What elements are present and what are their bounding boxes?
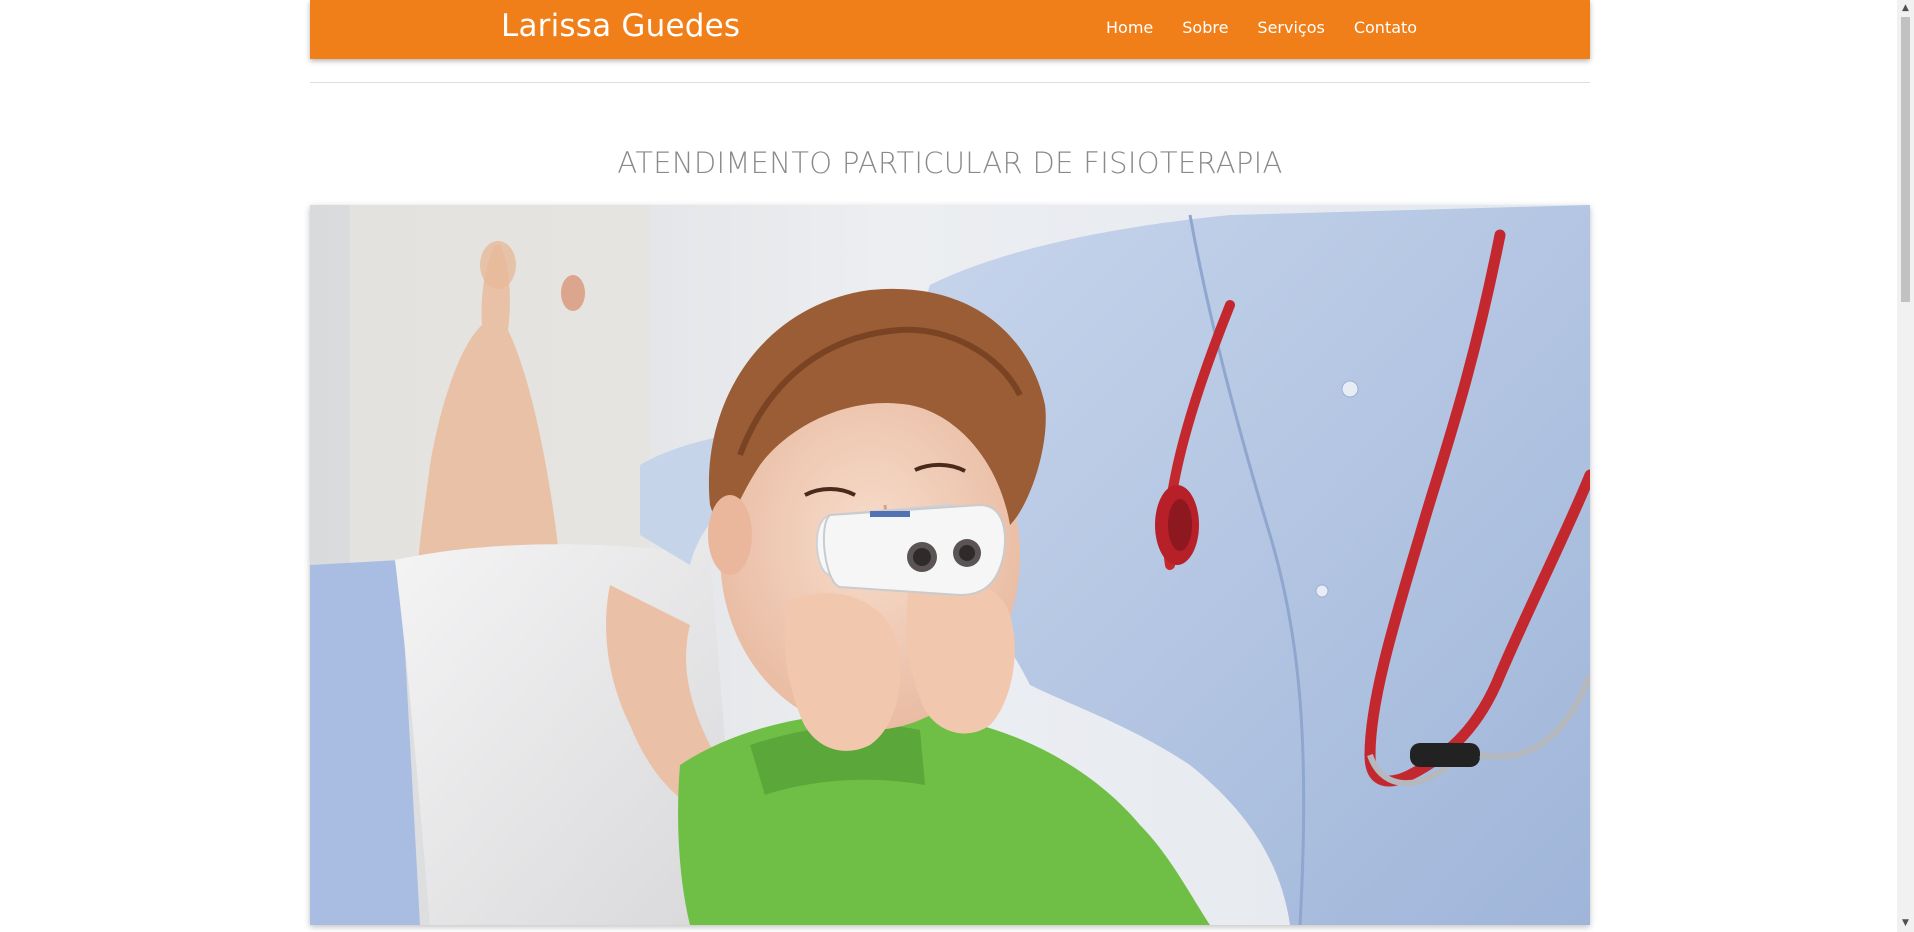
nav-link-servicos[interactable]: Serviços [1257,18,1324,37]
hero-illustration [310,205,1590,925]
header-divider [310,82,1590,83]
nav-link-sobre[interactable]: Sobre [1182,18,1228,37]
nav-link-home[interactable]: Home [1106,18,1153,37]
nav-menu: Home Sobre Serviços Contato [1106,18,1417,37]
section-title: ATENDIMENTO PARTICULAR DE FISIOTERAPIA [617,146,1283,180]
nav-link-contato[interactable]: Contato [1354,18,1417,37]
scroll-thumb[interactable] [1901,17,1910,302]
top-navbar: Larissa Guedes Home Sobre Serviços Conta… [310,0,1590,59]
scroll-up-icon[interactable]: ▲ [1897,0,1914,17]
site-brand[interactable]: Larissa Guedes [501,8,740,44]
vertical-scrollbar[interactable]: ▲ ▼ [1897,0,1914,932]
scroll-down-icon[interactable]: ▼ [1897,915,1914,932]
page: Larissa Guedes Home Sobre Serviços Conta… [0,0,1897,932]
hero-image [310,205,1590,925]
